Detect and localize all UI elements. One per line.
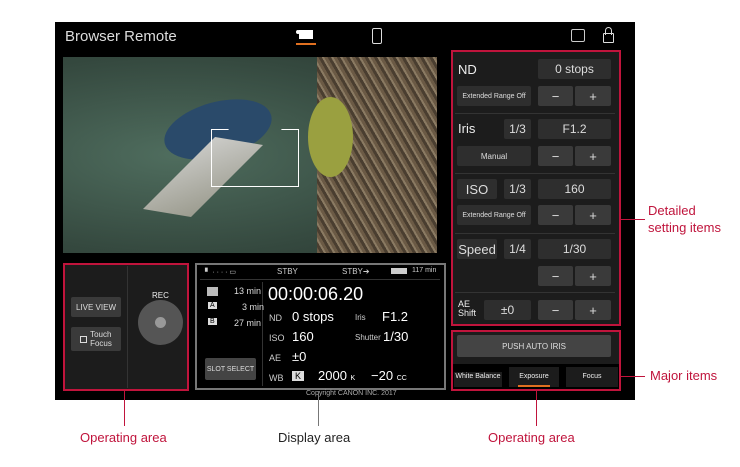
iso-label: ISO bbox=[269, 333, 285, 343]
annotation-line1: Detailed bbox=[648, 203, 696, 218]
phone-icon[interactable] bbox=[372, 28, 382, 44]
slot-select-button[interactable]: SLOT SELECT bbox=[205, 358, 256, 380]
ae-shift-plus-button[interactable]: + bbox=[575, 300, 611, 320]
shift-label: Shift bbox=[458, 308, 477, 318]
camera-icon: ▘ · · · · ▭ bbox=[205, 269, 237, 276]
speed-plus-button[interactable]: + bbox=[575, 266, 611, 286]
iris-plus-button[interactable]: + bbox=[575, 146, 611, 166]
wb-cc-unit: CC bbox=[396, 375, 407, 382]
ae-shift-value-field[interactable]: ±0 bbox=[484, 300, 531, 320]
iso-step-button[interactable]: 1/3 bbox=[504, 179, 531, 199]
shutter-label: Shutter bbox=[355, 333, 381, 342]
slot-b-time: 27 min bbox=[234, 318, 262, 328]
iris-minus-button[interactable]: − bbox=[538, 146, 573, 166]
status-stby: STBY bbox=[277, 267, 298, 276]
touch-focus-button[interactable]: Touch Focus bbox=[71, 327, 121, 351]
shutter-value: 1/30 bbox=[383, 329, 409, 344]
speed-value-field[interactable]: 1/30 bbox=[538, 239, 611, 259]
video-camera-icon[interactable] bbox=[296, 28, 316, 45]
iso-minus-button[interactable]: − bbox=[538, 205, 573, 225]
ae-shift-minus-button[interactable]: − bbox=[538, 300, 573, 320]
annotation-operating-area-left: Operating area bbox=[80, 430, 167, 445]
tab-exposure[interactable]: Exposure bbox=[509, 367, 559, 387]
slot-internal-time: 13 min bbox=[234, 286, 262, 296]
focus-label: Focus bbox=[90, 339, 112, 348]
annotation-display-area: Display area bbox=[278, 430, 351, 445]
callout-line bbox=[621, 219, 645, 220]
tab-focus[interactable]: Focus bbox=[566, 367, 618, 387]
wb-cc-value: −20 bbox=[371, 368, 394, 383]
nd-extended-range-button[interactable]: Extended Range Off bbox=[457, 86, 531, 106]
iso-plus-button[interactable]: + bbox=[575, 205, 611, 225]
annotation-detailed-setting-items: Detailed setting items bbox=[648, 202, 721, 236]
lock-shackle bbox=[605, 27, 612, 35]
slot-a-time: 3 min bbox=[242, 302, 265, 312]
nd-plus-button[interactable]: + bbox=[575, 86, 611, 106]
wb-kelvin-value: 2000 bbox=[318, 368, 347, 383]
nd-minus-button[interactable]: − bbox=[538, 86, 573, 106]
battery-icon bbox=[391, 268, 407, 274]
annotation-operating-area-right: Operating area bbox=[488, 430, 575, 445]
touch-label: Touch bbox=[90, 330, 112, 339]
focus-frame bbox=[211, 129, 299, 187]
lock-icon bbox=[80, 335, 88, 343]
slot-a-icon: A bbox=[208, 302, 217, 309]
battery-remaining: 117 min bbox=[412, 267, 437, 274]
iris-mode-button[interactable]: Manual bbox=[457, 146, 531, 166]
divider bbox=[455, 173, 615, 174]
divider bbox=[455, 233, 615, 234]
ae-value: ±0 bbox=[292, 349, 307, 364]
live-view-button[interactable]: LIVE VIEW bbox=[71, 297, 121, 317]
slot-b-icon: B bbox=[208, 318, 217, 325]
speed-minus-button[interactable]: − bbox=[538, 266, 573, 286]
app-title: Browser Remote bbox=[65, 28, 177, 45]
tab-active-indicator bbox=[518, 385, 550, 387]
wb-mode-icon: K bbox=[292, 371, 305, 381]
rec-dot bbox=[155, 317, 166, 328]
timecode: 00:00:06.20 bbox=[268, 284, 364, 304]
iso-extended-range-button[interactable]: Extended Range Off bbox=[457, 205, 531, 225]
status-stby-output: STBY➔ bbox=[342, 267, 370, 276]
wb-kelvin: 2000 K bbox=[318, 368, 355, 383]
push-auto-iris-button[interactable]: PUSH AUTO IRIS bbox=[457, 335, 611, 357]
iris-label: Iris bbox=[355, 313, 366, 322]
divider bbox=[262, 282, 263, 386]
slot-internal-icon bbox=[207, 287, 218, 296]
wb-kelvin-unit: K bbox=[350, 375, 356, 382]
tab-white-balance[interactable]: White Balance bbox=[454, 372, 502, 387]
speed-step-button[interactable]: 1/4 bbox=[504, 239, 531, 259]
copyright: Copyright CANON INC. 2017 bbox=[306, 390, 397, 397]
nd-value-field[interactable]: 0 stops bbox=[538, 59, 611, 79]
nd-label: ND bbox=[458, 62, 477, 77]
callout-line bbox=[621, 376, 645, 377]
live-view-image[interactable] bbox=[63, 57, 437, 253]
bird-right bbox=[308, 97, 353, 177]
divider bbox=[200, 279, 440, 280]
annotation-line2: setting items bbox=[648, 220, 721, 235]
wb-cc: −20 CC bbox=[371, 368, 407, 383]
iris-value: F1.2 bbox=[382, 309, 409, 324]
iso-value: 160 bbox=[292, 329, 314, 344]
iso-value-field[interactable]: 160 bbox=[538, 179, 611, 199]
nd-label: ND bbox=[269, 313, 282, 323]
speed-label-button[interactable]: Speed bbox=[457, 239, 497, 259]
iris-label: Iris bbox=[458, 121, 476, 136]
rec-label: REC bbox=[152, 291, 169, 300]
nd-value: 0 stops bbox=[292, 309, 334, 324]
divider bbox=[127, 266, 128, 388]
ae-shift-label: AE Shift bbox=[458, 300, 476, 318]
iris-value-field[interactable]: F1.2 bbox=[538, 119, 611, 139]
divider bbox=[455, 292, 615, 293]
divider bbox=[455, 113, 615, 114]
callout-line bbox=[318, 391, 319, 426]
network-icon[interactable] bbox=[571, 29, 585, 42]
callout-line bbox=[124, 391, 125, 426]
wb-label: WB bbox=[269, 373, 284, 383]
iris-step-button[interactable]: 1/3 bbox=[504, 119, 531, 139]
iso-label-button[interactable]: ISO bbox=[457, 179, 497, 199]
callout-line bbox=[536, 391, 537, 426]
annotation-major-items: Major items bbox=[650, 368, 718, 383]
ae-label: AE bbox=[269, 353, 282, 363]
